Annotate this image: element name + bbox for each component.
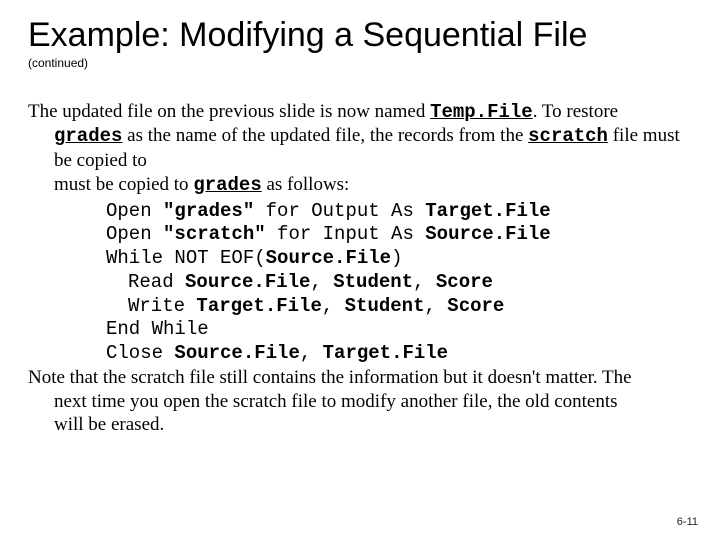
intro-paragraph: The updated file on the previous slide i… [28, 100, 692, 198]
text: While NOT EOF( [106, 247, 266, 269]
text: Close [106, 342, 174, 364]
text: Read [128, 271, 185, 293]
code-ident: Source.File [174, 342, 299, 364]
text: , [424, 295, 447, 317]
grades-name: grades [193, 174, 261, 196]
note-paragraph: Note that the scratch file still contain… [28, 366, 692, 437]
grades-name: grades [54, 125, 122, 147]
text: Open [106, 200, 163, 222]
text: as the name of the updated file, the rec… [122, 125, 528, 146]
text: , [300, 342, 323, 364]
code-ident: Student [345, 295, 425, 317]
slide-body: The updated file on the previous slide i… [28, 100, 692, 438]
text: ) [391, 247, 402, 269]
temp-file-name: Temp.File [430, 101, 533, 123]
text: , [322, 295, 345, 317]
text: will be erased. [54, 414, 164, 435]
slide-title: Example: Modifying a Sequential File [28, 18, 692, 54]
code-literal: "grades" [163, 200, 254, 222]
text: Write [128, 295, 196, 317]
code-ident: Source.File [425, 223, 550, 245]
text: for Input As [266, 223, 426, 245]
text: must be copied to [54, 174, 193, 195]
code-line: Close Source.File, Target.File [106, 342, 692, 366]
code-ident: Target.File [425, 200, 550, 222]
code-ident: Target.File [323, 342, 448, 364]
code-ident: Source.File [266, 247, 391, 269]
code-line: End While [106, 318, 692, 342]
scratch-name: scratch [528, 125, 608, 147]
slide-number: 6-11 [677, 516, 698, 528]
text: . To restore [533, 101, 618, 122]
code-line: While NOT EOF(Source.File) [106, 247, 692, 271]
text: next time you open the scratch file to m… [54, 391, 618, 412]
text: , [413, 271, 436, 293]
text: Note that the scratch file still contain… [28, 367, 632, 388]
code-ident: Score [447, 295, 504, 317]
text: Open [106, 223, 163, 245]
code-ident: Source.File [185, 271, 310, 293]
text: as follows: [262, 174, 350, 195]
code-ident: Target.File [196, 295, 321, 317]
text: for Output As [254, 200, 425, 222]
pseudocode-block: Open "grades" for Output As Target.File … [28, 200, 692, 366]
slide: Example: Modifying a Sequential File (co… [0, 0, 720, 540]
code-line: Write Target.File, Student, Score [106, 295, 692, 319]
code-literal: "scratch" [163, 223, 266, 245]
text: , [310, 271, 333, 293]
code-line: Open "grades" for Output As Target.File [106, 200, 692, 224]
code-line: Open "scratch" for Input As Source.File [106, 223, 692, 247]
code-line: Read Source.File, Student, Score [106, 271, 692, 295]
slide-subtitle: (continued) [28, 56, 692, 70]
code-ident: Student [333, 271, 413, 293]
text: The updated file on the previous slide i… [28, 101, 430, 122]
code-ident: Score [436, 271, 493, 293]
